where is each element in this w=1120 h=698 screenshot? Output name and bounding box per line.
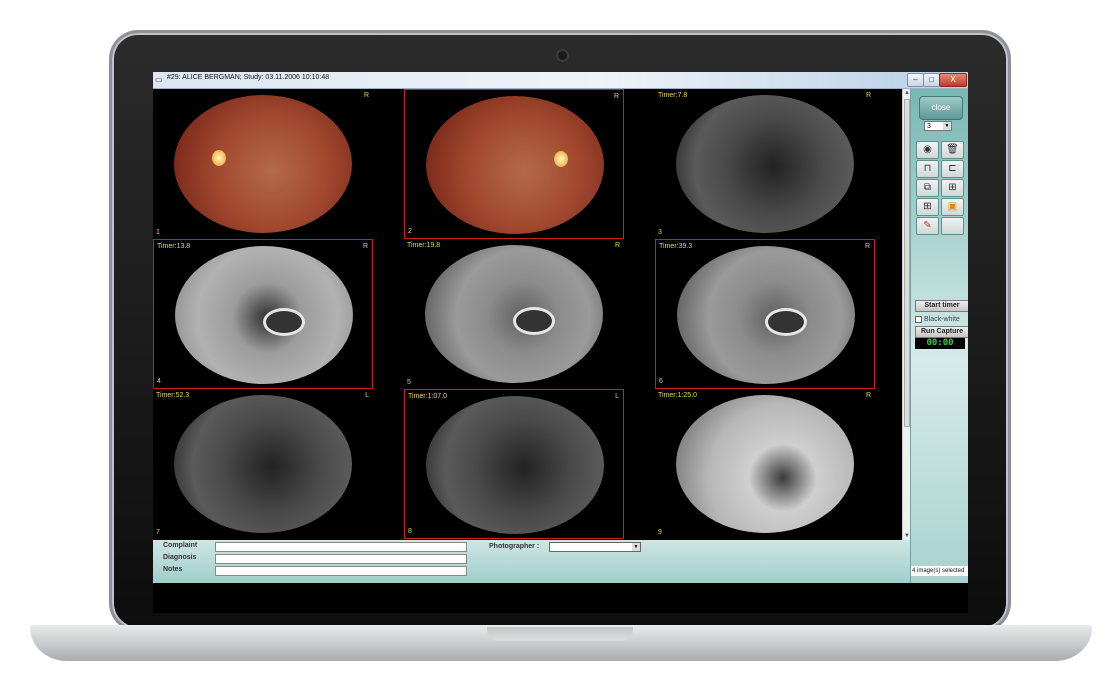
image-tile-1[interactable]: R 1 bbox=[153, 89, 373, 239]
columns-value: 3 bbox=[927, 123, 931, 130]
run-capture-button[interactable]: Run Capture bbox=[915, 326, 968, 338]
maximize-button[interactable]: □ bbox=[923, 73, 940, 87]
notes-label: Notes bbox=[163, 566, 183, 573]
title-bar: ▭ #29: ALICE BERGMAN; Study: 03.11.2006 … bbox=[153, 72, 968, 89]
eye-label: R bbox=[613, 93, 619, 100]
eye-label: R bbox=[864, 243, 870, 250]
image-timer: Timer:7.8 bbox=[658, 92, 688, 99]
image-number: 5 bbox=[407, 379, 411, 386]
image-tile-9[interactable]: Timer:1:25.0 R 9 bbox=[655, 389, 875, 539]
image-number: 8 bbox=[408, 528, 412, 535]
fundus-image bbox=[175, 246, 353, 384]
image-number: 2 bbox=[408, 228, 412, 235]
image-tile-2[interactable]: R 2 bbox=[404, 89, 624, 239]
image-number: 7 bbox=[156, 529, 160, 536]
minimize-button[interactable]: – bbox=[907, 73, 924, 87]
complaint-field[interactable] bbox=[215, 542, 467, 552]
image-tile-5[interactable]: Timer:19.8 R 5 bbox=[404, 239, 624, 389]
tool-c-icon[interactable]: ⧉ bbox=[916, 179, 939, 197]
fundus-image bbox=[174, 395, 352, 533]
chevron-down-icon: ▼ bbox=[632, 543, 640, 551]
checkbox[interactable] bbox=[915, 315, 922, 323]
window-icon: ▭ bbox=[155, 75, 163, 84]
columns-select[interactable]: 3 ▼ bbox=[924, 121, 952, 131]
control-panel: close 3 ▼ ◉ 🗑 ⊓ ⊏ ⧉ ⊞ ⊞ ▣ ✎ Start timer … bbox=[910, 89, 968, 583]
eye-label: R bbox=[362, 243, 368, 250]
image-tile-4[interactable]: Timer:13.8 R 4 bbox=[153, 239, 373, 389]
diagnosis-label: Diagnosis bbox=[163, 554, 197, 561]
image-tile-7[interactable]: Timer:52.3 L 7 bbox=[153, 389, 373, 539]
laptop-notch bbox=[487, 627, 633, 641]
screen: ▭ #29: ALICE BERGMAN; Study: 03.11.2006 … bbox=[153, 72, 968, 613]
image-timer: Timer:52.3 bbox=[156, 392, 190, 399]
tool-d-icon[interactable]: ⊞ bbox=[941, 179, 964, 197]
fundus-image bbox=[174, 95, 352, 233]
image-number: 6 bbox=[659, 378, 663, 385]
image-number: 1 bbox=[156, 229, 160, 236]
image-timer: Timer:39.3 bbox=[659, 243, 693, 250]
close-button[interactable]: close bbox=[919, 96, 963, 120]
fundus-image bbox=[425, 245, 603, 383]
eye-label: R bbox=[865, 92, 871, 99]
fundus-image bbox=[676, 95, 854, 233]
eye-label: R bbox=[363, 92, 369, 99]
edit-icon[interactable]: ✎ bbox=[916, 217, 939, 235]
black-white-label: Black-white bbox=[924, 316, 960, 323]
black-white-toggle[interactable]: Black-white bbox=[915, 315, 967, 325]
timer-display: 00:00 bbox=[915, 338, 965, 349]
fundus-image bbox=[426, 96, 604, 234]
window-close-button[interactable]: X bbox=[939, 73, 967, 87]
eye-label: R bbox=[865, 392, 871, 399]
eye-label: L bbox=[365, 392, 369, 399]
fundus-image bbox=[426, 396, 604, 534]
compare-icon[interactable]: ▣ bbox=[941, 198, 964, 216]
selection-status: 4 image(s) selected bbox=[911, 566, 968, 576]
chevron-down-icon: ▼ bbox=[943, 122, 951, 130]
image-timer: Timer:19.8 bbox=[407, 242, 441, 249]
diagnosis-field[interactable] bbox=[215, 554, 467, 564]
fundus-image bbox=[676, 395, 854, 533]
camera-icon[interactable]: ◉ bbox=[916, 141, 939, 159]
image-tile-8[interactable]: Timer:1:07.0 L 8 bbox=[404, 389, 624, 539]
tool-e-icon[interactable]: ⊞ bbox=[916, 198, 939, 216]
image-tile-3[interactable]: Timer:7.8 R 3 bbox=[655, 89, 875, 239]
patient-form: Complaint Diagnosis Notes Photographer :… bbox=[153, 540, 910, 583]
image-grid: R 1 R 2 Timer:7.8 R 3 Timer:13.8 R 4 Tim… bbox=[153, 89, 901, 540]
image-number: 4 bbox=[157, 378, 161, 385]
fundus-image bbox=[677, 246, 855, 384]
notes-field[interactable] bbox=[215, 566, 467, 576]
blank-icon[interactable] bbox=[941, 217, 964, 235]
photographer-select[interactable]: ▼ bbox=[549, 542, 641, 552]
photographer-label: Photographer : bbox=[489, 543, 540, 550]
image-timer: Timer:13.8 bbox=[157, 243, 191, 250]
image-number: 3 bbox=[658, 229, 662, 236]
eye-label: L bbox=[615, 393, 619, 400]
eye-label: R bbox=[614, 242, 620, 249]
trash-icon[interactable]: 🗑 bbox=[941, 141, 964, 159]
start-timer-button[interactable]: Start timer bbox=[915, 300, 968, 312]
tool-a-icon[interactable]: ⊓ bbox=[916, 160, 939, 178]
image-timer: Timer:1:07.0 bbox=[408, 393, 448, 400]
complaint-label: Complaint bbox=[163, 542, 198, 549]
camera-icon bbox=[556, 49, 569, 62]
window-title: #29: ALICE BERGMAN; Study: 03.11.2006 10… bbox=[167, 74, 330, 81]
tool-b-icon[interactable]: ⊏ bbox=[941, 160, 964, 178]
image-number: 9 bbox=[658, 529, 662, 536]
image-timer: Timer:1:25.0 bbox=[658, 392, 698, 399]
image-tile-6[interactable]: Timer:39.3 R 6 bbox=[655, 239, 875, 389]
